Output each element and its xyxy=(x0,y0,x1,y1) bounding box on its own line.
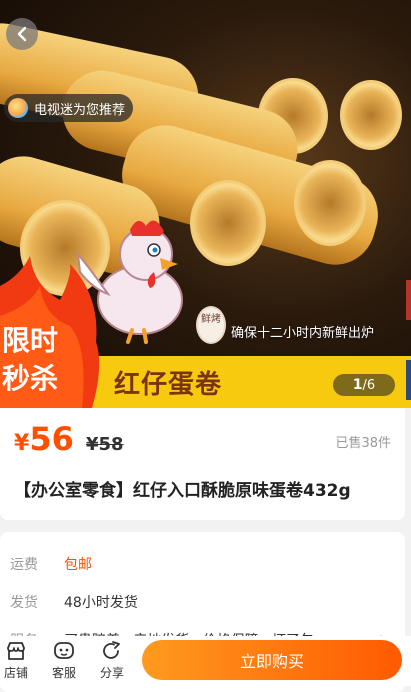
buy-now-button[interactable]: 立即购买 xyxy=(142,640,402,680)
info-value: 48小时发货 xyxy=(64,595,138,611)
banner-product-name: 红仔蛋卷 xyxy=(114,370,223,400)
product-title: 【办公室零食】红仔入口酥脆原味蛋卷432g xyxy=(14,481,351,501)
share-button[interactable]: 分享 xyxy=(92,640,132,681)
product-image-carousel[interactable]: 电视迷为您推荐 鲜烤 确保十二小时内新鲜出炉 红仔蛋卷 限时秒杀 1/6 xyxy=(0,0,411,408)
bottom-action-bar: 店铺 客服 分享 立即购买 xyxy=(0,636,411,686)
recommender-avatar xyxy=(8,98,28,118)
price-card: ¥56 ¥58 已售38件 【办公室零食】红仔入口酥脆原味蛋卷432g xyxy=(0,408,405,520)
customer-service-label: 客服 xyxy=(51,666,76,680)
edge-strip xyxy=(406,280,411,320)
delivery-row: 发货 48小时发货 xyxy=(0,592,405,618)
image-page-indicator: 1/6 xyxy=(333,374,395,396)
sold-count: 已售38件 xyxy=(335,436,391,451)
customer-service-button[interactable]: 客服 xyxy=(44,640,84,681)
recommend-label: 电视迷为您推荐 xyxy=(34,102,126,118)
info-value: 包邮 xyxy=(64,557,92,573)
page-total: /6 xyxy=(362,377,376,393)
shop-button[interactable]: 店铺 xyxy=(0,640,36,681)
egg-roll-end xyxy=(294,160,366,246)
shipping-fee-row: 运费 包邮 xyxy=(0,554,405,580)
shop-icon xyxy=(7,642,25,660)
share-icon xyxy=(103,641,120,659)
fresh-badge: 鲜烤 xyxy=(196,306,226,344)
price-value: 56 xyxy=(29,420,74,458)
info-label: 发货 xyxy=(10,595,38,611)
back-button[interactable] xyxy=(6,18,38,50)
chevron-left-icon xyxy=(17,26,27,42)
egg-roll-end xyxy=(340,80,402,150)
original-price: ¥58 xyxy=(86,434,124,455)
recommend-tag: 电视迷为您推荐 xyxy=(4,94,134,122)
egg-roll-end xyxy=(190,180,266,266)
current-price: ¥56 xyxy=(14,420,74,458)
edge-strip xyxy=(406,360,411,400)
fresh-text: 确保十二小时内新鲜出炉 xyxy=(231,326,375,341)
flash-sale-label: 限时秒杀 xyxy=(2,324,59,395)
info-label: 运费 xyxy=(10,557,38,573)
share-label: 分享 xyxy=(99,666,124,680)
page-current: 1 xyxy=(352,377,363,393)
currency-symbol: ¥ xyxy=(14,431,30,456)
shop-label: 店铺 xyxy=(3,666,28,680)
customer-service-icon xyxy=(54,642,74,659)
